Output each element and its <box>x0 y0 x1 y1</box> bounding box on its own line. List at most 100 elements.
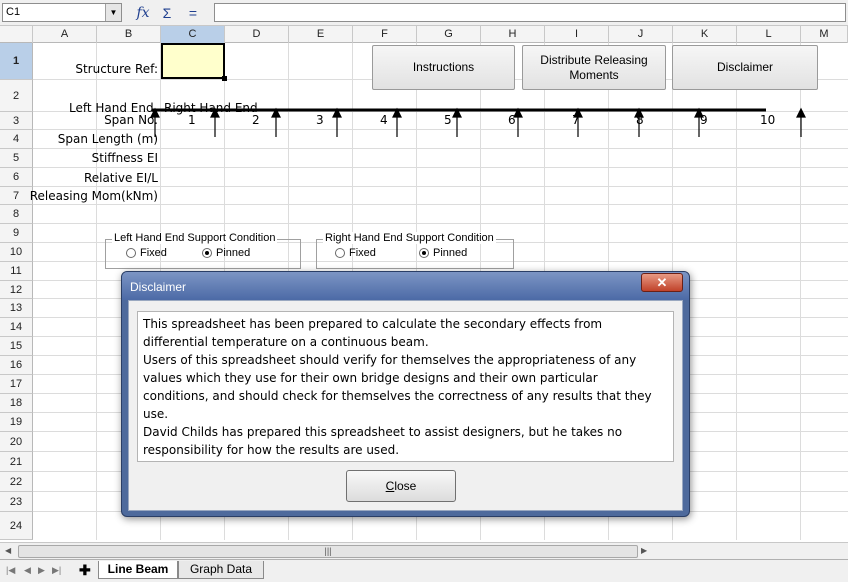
selected-cell-c1[interactable] <box>161 43 227 81</box>
row-header[interactable]: 22 <box>0 472 33 492</box>
tab-graph-data[interactable]: Graph Data <box>178 561 264 579</box>
radio-selected-icon[interactable] <box>202 248 212 258</box>
next-sheet-icon[interactable]: ▶ <box>38 565 45 576</box>
disclaimer-button[interactable]: Disclaimer <box>672 45 818 90</box>
scrollbar-thumb[interactable]: ||| <box>18 545 638 558</box>
left-pinned-radio[interactable]: Pinned <box>202 247 250 259</box>
left-pinned-label: Pinned <box>216 247 251 259</box>
equals-icon[interactable]: = <box>183 3 203 23</box>
col-header-d[interactable]: D <box>225 26 289 43</box>
row-header[interactable]: 9 <box>0 224 33 243</box>
first-sheet-icon[interactable]: |◀ <box>6 565 15 576</box>
col-header-k[interactable]: K <box>673 26 737 43</box>
last-sheet-icon[interactable]: ▶| <box>52 565 61 576</box>
row-header[interactable]: 6 <box>0 168 33 187</box>
row-header[interactable]: 1 <box>0 43 33 80</box>
tab-line-beam[interactable]: Line Beam <box>98 561 178 579</box>
fill-handle[interactable] <box>222 76 227 81</box>
col-header-b[interactable]: B <box>97 26 161 43</box>
sigma-icon[interactable]: Σ <box>157 3 177 23</box>
col-header-m[interactable]: M <box>801 26 848 43</box>
col-header-g[interactable]: G <box>417 26 481 43</box>
prev-sheet-icon[interactable]: ◀ <box>24 565 31 576</box>
disclaimer-line: responsibility for how the results are u… <box>143 443 400 457</box>
releasing-mom-label: Releasing Mom(kNm) <box>29 189 158 203</box>
instructions-button[interactable]: Instructions <box>372 45 515 90</box>
left-fixed-radio[interactable]: Fixed <box>126 247 167 259</box>
disclaimer-line: values which they use for their own brid… <box>143 371 598 385</box>
col-header-l[interactable]: L <box>737 26 801 43</box>
row-header[interactable]: 24 <box>0 512 33 540</box>
radio-icon[interactable] <box>335 248 345 258</box>
add-sheet-icon[interactable]: ✚ <box>79 562 91 579</box>
row-header[interactable]: 3 <box>0 112 33 130</box>
row-header[interactable]: 18 <box>0 394 33 413</box>
row-header[interactable]: 12 <box>0 281 33 299</box>
row-header[interactable]: 10 <box>0 243 33 262</box>
span-number: 10 <box>760 113 776 127</box>
row-header[interactable]: 23 <box>0 492 33 512</box>
row-header[interactable]: 21 <box>0 452 33 472</box>
disclaimer-text: This spreadsheet has been prepared to ca… <box>137 311 674 462</box>
right-support-title: Right Hand End Support Condition <box>323 232 496 244</box>
right-pinned-label: Pinned <box>433 247 468 259</box>
span-number: 5 <box>444 113 452 127</box>
radio-selected-icon[interactable] <box>419 248 429 258</box>
row-header[interactable]: 5 <box>0 149 33 168</box>
row-header[interactable]: 19 <box>0 413 33 432</box>
span-number: 8 <box>636 113 644 127</box>
row-header[interactable]: 16 <box>0 356 33 375</box>
stiffness-label: Stiffness EI <box>91 151 158 165</box>
col-header-a[interactable]: A <box>33 26 97 43</box>
close-button-label: lose <box>394 479 417 493</box>
select-all-corner[interactable] <box>0 26 33 43</box>
col-header-e[interactable]: E <box>289 26 353 43</box>
span-number: 6 <box>508 113 516 127</box>
span-no-label: Span No. <box>104 113 158 127</box>
right-fixed-radio[interactable]: Fixed <box>335 247 376 259</box>
dialog-title-bar[interactable]: Disclaimer ✕ <box>122 272 689 300</box>
row-header[interactable]: 15 <box>0 337 33 356</box>
cell-reference[interactable]: C1 <box>6 6 20 18</box>
close-icon[interactable]: ✕ <box>641 273 683 292</box>
span-number: 2 <box>252 113 260 127</box>
radio-icon[interactable] <box>126 248 136 258</box>
distribute-moments-button[interactable]: Distribute Releasing Moments <box>522 45 666 90</box>
span-number: 3 <box>316 113 324 127</box>
row-header[interactable]: 2 <box>0 80 33 112</box>
span-number: 1 <box>188 113 196 127</box>
horizontal-scrollbar[interactable]: ◀ ||| ▶ <box>0 542 848 559</box>
right-pinned-radio[interactable]: Pinned <box>419 247 467 259</box>
span-number: 9 <box>700 113 708 127</box>
row-header[interactable]: 13 <box>0 299 33 318</box>
row-header[interactable]: 14 <box>0 318 33 337</box>
fx-icon[interactable]: 𝑓x <box>133 3 153 23</box>
row-header[interactable]: 20 <box>0 432 33 452</box>
col-header-c[interactable]: C <box>161 26 225 43</box>
dialog-title: Disclaimer <box>130 280 187 294</box>
name-box[interactable]: C1 ▼ <box>2 3 122 22</box>
row-header[interactable]: 17 <box>0 375 33 394</box>
col-header-h[interactable]: H <box>481 26 545 43</box>
disclaimer-line: use. <box>143 407 169 421</box>
disclaimer-dialog: Disclaimer ✕ This spreadsheet has been p… <box>121 271 690 517</box>
col-header-f[interactable]: F <box>353 26 417 43</box>
chevron-down-icon[interactable]: ▼ <box>105 4 121 21</box>
disclaimer-line: conditions, and should check for themsel… <box>143 389 652 403</box>
row-header[interactable]: 8 <box>0 205 33 224</box>
right-fixed-label: Fixed <box>349 247 376 259</box>
dialog-body: This spreadsheet has been prepared to ca… <box>128 300 683 511</box>
scroll-left-icon[interactable]: ◀ <box>5 546 11 555</box>
formula-bar: C1 ▼ 𝑓x Σ = <box>0 0 848 26</box>
left-fixed-label: Fixed <box>140 247 167 259</box>
formula-input[interactable] <box>214 3 846 22</box>
row-header[interactable]: 4 <box>0 130 33 149</box>
row-header[interactable]: 7 <box>0 187 33 205</box>
left-support-title: Left Hand End Support Condition <box>112 232 278 244</box>
col-header-i[interactable]: I <box>545 26 609 43</box>
close-button[interactable]: Close <box>346 470 456 502</box>
col-header-j[interactable]: J <box>609 26 673 43</box>
scroll-right-icon[interactable]: ▶ <box>641 546 647 555</box>
span-number: 4 <box>380 113 388 127</box>
row-header[interactable]: 11 <box>0 262 33 281</box>
